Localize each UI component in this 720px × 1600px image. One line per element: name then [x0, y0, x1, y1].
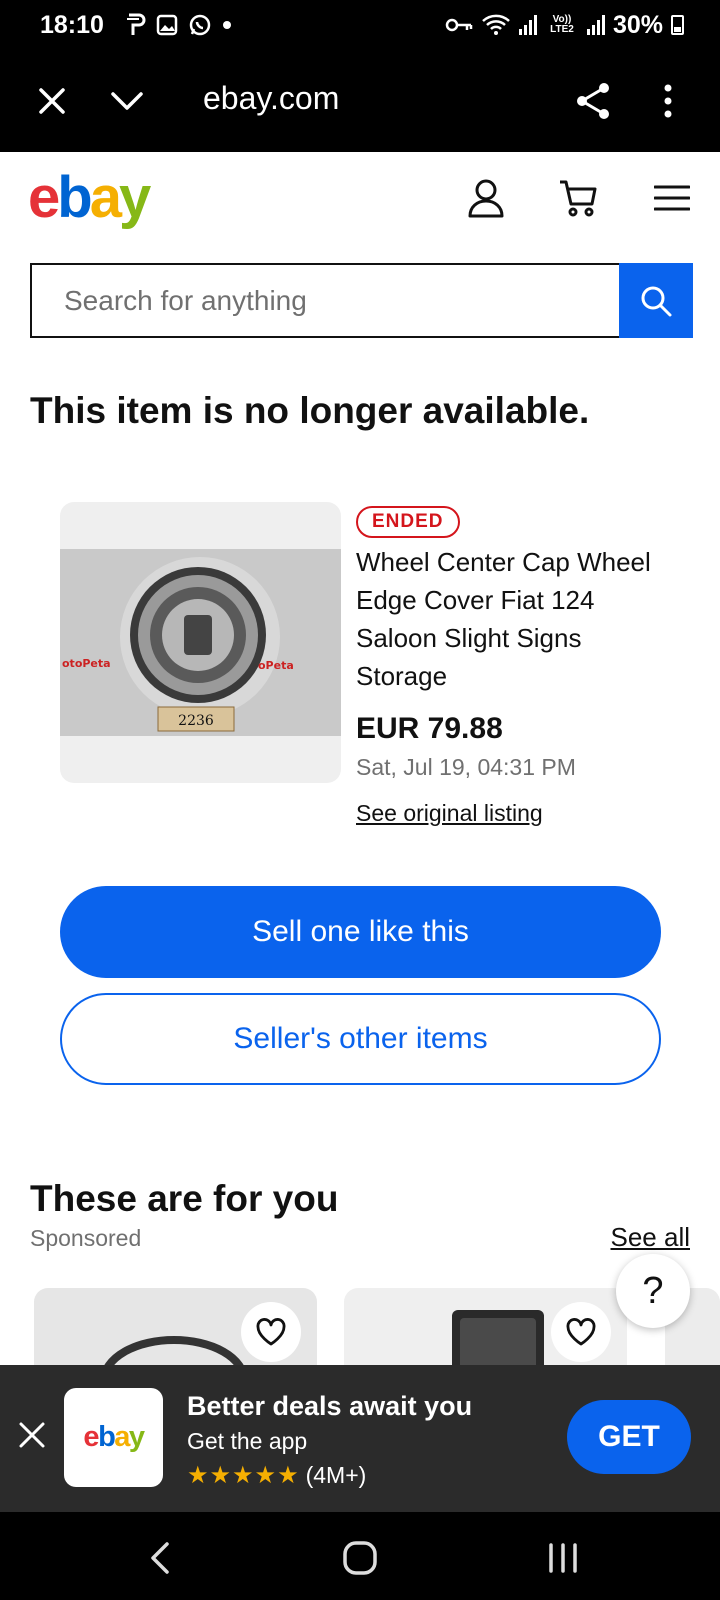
- site-header: ebay: [0, 152, 720, 252]
- search-button[interactable]: [619, 263, 693, 338]
- recent-apps-button[interactable]: [539, 1534, 587, 1582]
- close-icon: [19, 1422, 45, 1448]
- chevron-down-icon: [111, 92, 143, 110]
- item-price: EUR 79.88: [356, 712, 503, 745]
- recommendations-heading: These are for you: [30, 1178, 339, 1219]
- app-install-banner: ebay Better deals await you Get the app …: [0, 1365, 720, 1512]
- watch-button[interactable]: [241, 1302, 301, 1362]
- search-bar: [30, 263, 693, 338]
- item-photo: 2236 otoPeta oPeta: [60, 549, 341, 736]
- wifi-icon: [481, 13, 511, 37]
- banner-subtitle: Get the app: [187, 1428, 308, 1454]
- share-icon: [577, 83, 609, 119]
- signal-icon: [518, 15, 537, 35]
- notification-dot-icon: [222, 20, 232, 30]
- see-all-link[interactable]: See all: [611, 1222, 691, 1253]
- get-app-button[interactable]: GET: [567, 1400, 691, 1474]
- banner-title: Better deals await you: [187, 1391, 473, 1421]
- whatsapp-icon: [188, 13, 212, 37]
- page-title: This item is no longer available.: [30, 390, 590, 431]
- recent-apps-icon: [549, 1543, 577, 1573]
- sell-one-like-this-button[interactable]: Sell one like this: [60, 886, 661, 978]
- item-title[interactable]: Wheel Center Cap Wheel Edge Cover Fiat 1…: [356, 543, 656, 695]
- ebay-app-logo: ebay: [64, 1388, 163, 1487]
- close-icon: [39, 88, 65, 114]
- svg-text:otoPeta: otoPeta: [62, 657, 111, 670]
- url-text[interactable]: ebay.com: [203, 80, 339, 117]
- account-button[interactable]: [462, 174, 510, 222]
- back-button[interactable]: [136, 1534, 184, 1582]
- user-icon: [468, 179, 504, 218]
- banner-close-button[interactable]: [12, 1415, 52, 1455]
- minimize-button[interactable]: [100, 74, 154, 128]
- gallery-icon: [156, 14, 178, 36]
- status-time: 18:10: [40, 10, 104, 39]
- status-bar: 18:10 Vo)) LTE2 30%: [0, 0, 720, 50]
- rating-stars: ★★★★★: [187, 1462, 300, 1489]
- menu-button[interactable]: [648, 174, 696, 222]
- cart-button[interactable]: [554, 174, 602, 222]
- share-button[interactable]: [566, 74, 620, 128]
- battery-icon: [671, 15, 684, 35]
- battery-percent: 30%: [612, 10, 663, 39]
- more-vertical-icon: [664, 84, 672, 118]
- hamburger-menu-icon: [654, 185, 690, 211]
- system-nav-bar: [0, 1512, 720, 1600]
- rating-count: (4M+): [305, 1462, 367, 1488]
- ebay-logo[interactable]: ebay: [28, 164, 151, 231]
- help-button[interactable]: ?: [616, 1254, 690, 1328]
- item-thumbnail[interactable]: 2236 otoPeta oPeta: [60, 502, 341, 783]
- heart-icon: [256, 1318, 286, 1346]
- signal-icon-2: [586, 15, 605, 35]
- stock-tag-text: 2236: [178, 713, 214, 729]
- svg-text:oPeta: oPeta: [258, 659, 294, 672]
- ended-date: Sat, Jul 19, 04:31 PM: [356, 754, 576, 780]
- status-badge: ENDED: [356, 506, 460, 538]
- search-icon: [641, 286, 672, 316]
- see-original-listing-link[interactable]: See original listing: [356, 800, 543, 827]
- back-icon: [151, 1542, 169, 1574]
- app-rating: ★★★★★ (4M+): [187, 1461, 366, 1490]
- p-app-icon: [126, 13, 146, 37]
- cart-icon: [560, 180, 597, 217]
- home-button[interactable]: [336, 1534, 384, 1582]
- sponsored-label: Sponsored: [30, 1225, 142, 1251]
- heart-icon: [566, 1318, 596, 1346]
- sellers-other-items-button[interactable]: Seller's other items: [60, 993, 661, 1085]
- search-input[interactable]: [30, 263, 619, 338]
- home-icon: [343, 1541, 377, 1575]
- browser-toolbar: ebay.com: [0, 50, 720, 152]
- close-tab-button[interactable]: [25, 74, 79, 128]
- more-options-button[interactable]: [641, 74, 695, 128]
- watch-button[interactable]: [551, 1302, 611, 1362]
- vpn-key-icon: [445, 16, 473, 34]
- network-type-label: Vo)) LTE2: [550, 14, 574, 35]
- app-logo-text: ebay: [83, 1421, 145, 1453]
